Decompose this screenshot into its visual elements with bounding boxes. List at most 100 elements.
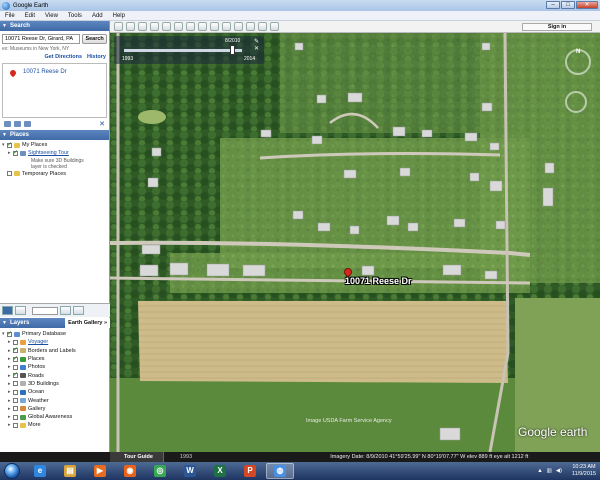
- taskbar-app[interactable]: ◉: [116, 463, 144, 479]
- move-down-button[interactable]: [73, 306, 84, 315]
- places-filter-input[interactable]: [32, 306, 58, 315]
- map-view[interactable]: 8/2010 1993 2014 ✎ ✕ N 10071 Reese Dr Im…: [110, 33, 600, 452]
- get-directions-link[interactable]: Get Directions: [44, 54, 82, 60]
- checkbox[interactable]: [7, 330, 12, 337]
- sun-icon[interactable]: [198, 22, 207, 31]
- tour-guide-tab[interactable]: Tour Guide: [110, 452, 164, 462]
- record-tour-icon[interactable]: [174, 22, 183, 31]
- places-item-label[interactable]: Sightseeing Tour: [28, 150, 69, 156]
- menu-tools[interactable]: Tools: [63, 13, 87, 19]
- history-link[interactable]: History: [87, 54, 106, 60]
- places-item-sightseeing-tour[interactable]: ▸ Sightseeing Tour: [2, 149, 109, 157]
- planets-icon[interactable]: [210, 22, 219, 31]
- menu-help[interactable]: Help: [108, 13, 130, 19]
- print-icon[interactable]: [24, 121, 31, 127]
- historical-imagery-slider[interactable]: 8/2010 1993 2014 ✎ ✕: [114, 36, 264, 64]
- checkbox[interactable]: [13, 406, 18, 412]
- ruler-icon[interactable]: [222, 22, 231, 31]
- minimize-button[interactable]: –: [546, 1, 560, 9]
- placemark-label[interactable]: 10071 Reese Dr: [345, 276, 412, 286]
- start-button[interactable]: [4, 463, 20, 479]
- volume-icon[interactable]: ◀): [556, 468, 562, 474]
- search-input[interactable]: [2, 34, 81, 44]
- taskbar-app[interactable]: W: [176, 463, 204, 479]
- layer-item[interactable]: ▸ Voyager: [2, 338, 110, 346]
- checkbox[interactable]: [13, 364, 18, 370]
- menu-file[interactable]: File: [0, 13, 20, 19]
- taskbar-app[interactable]: P: [236, 463, 264, 479]
- taskbar-app[interactable]: ▶: [86, 463, 114, 479]
- close-button[interactable]: ✕: [576, 1, 598, 9]
- path-icon[interactable]: [150, 22, 159, 31]
- placemark-icon[interactable]: [126, 22, 135, 31]
- slider-track[interactable]: [124, 49, 242, 52]
- taskbar-app[interactable]: ◎: [146, 463, 174, 479]
- taskbar-app[interactable]: ▤: [56, 463, 84, 479]
- taskbar-app[interactable]: e: [26, 463, 54, 479]
- compass-control[interactable]: N: [565, 49, 591, 75]
- print-icon[interactable]: [246, 22, 255, 31]
- checkbox[interactable]: [13, 422, 18, 428]
- earth-gallery-tab[interactable]: Earth Gallery »: [65, 318, 110, 328]
- places-item-temporary[interactable]: Temporary Places: [2, 170, 109, 178]
- checkbox[interactable]: [13, 371, 18, 379]
- layer-item[interactable]: ▾Primary Database: [2, 330, 110, 338]
- menu-edit[interactable]: Edit: [20, 13, 40, 19]
- list-view-button[interactable]: [2, 306, 13, 315]
- layer-label[interactable]: Voyager: [28, 339, 48, 345]
- checkbox[interactable]: [13, 346, 18, 354]
- layer-icon: [20, 422, 26, 428]
- layer-item[interactable]: ▸Roads: [2, 371, 110, 379]
- grid-view-button[interactable]: [15, 306, 26, 315]
- layer-item[interactable]: ▸ Weather: [2, 396, 110, 404]
- checkbox[interactable]: [13, 149, 18, 156]
- slider-close-icon[interactable]: ✎ ✕: [254, 38, 264, 52]
- layer-item[interactable]: ▸ Gallery: [2, 405, 110, 413]
- checkbox[interactable]: [13, 355, 18, 362]
- slider-handle[interactable]: [229, 45, 235, 55]
- clock[interactable]: 10:23 AM 11/9/2015: [572, 464, 596, 478]
- sidebar-icon[interactable]: [114, 22, 123, 31]
- email-icon[interactable]: [234, 22, 243, 31]
- layer-label: Weather: [28, 397, 49, 404]
- look-joystick-control[interactable]: [565, 91, 587, 113]
- show-hidden-icons-icon[interactable]: ▲: [537, 468, 542, 474]
- layers-panel-header[interactable]: ▼ Layers Earth Gallery »: [0, 318, 110, 328]
- layer-item[interactable]: ▸ Photos: [2, 363, 110, 371]
- move-up-button[interactable]: [60, 306, 71, 315]
- places-panel-header[interactable]: ▼ Places: [0, 130, 109, 140]
- historical-imagery-icon[interactable]: [186, 22, 195, 31]
- sign-in-button[interactable]: Sign in: [522, 23, 592, 31]
- search-result-item[interactable]: 10071 Reese Dr: [23, 69, 67, 75]
- taskbar-app[interactable]: X: [206, 463, 234, 479]
- copy-icon[interactable]: [14, 121, 21, 127]
- clear-results-icon[interactable]: ✕: [99, 120, 105, 128]
- layer-item[interactable]: ▸ More: [2, 421, 110, 429]
- save-image-icon[interactable]: [258, 22, 267, 31]
- network-icon[interactable]: ▥: [547, 468, 552, 474]
- search-panel-header[interactable]: ▼ Search: [0, 21, 109, 31]
- checkbox[interactable]: [13, 398, 18, 404]
- view-in-maps-icon[interactable]: [270, 22, 279, 31]
- checkbox[interactable]: [13, 381, 18, 387]
- checkbox[interactable]: [7, 141, 12, 148]
- places-item-my-places[interactable]: ▾ My Places: [2, 141, 109, 149]
- add-to-places-icon[interactable]: [4, 121, 11, 127]
- layer-item[interactable]: ▸ 3D Buildings: [2, 380, 110, 388]
- taskbar-app[interactable]: ◍: [266, 463, 294, 479]
- image-overlay-icon[interactable]: [162, 22, 171, 31]
- maximize-button[interactable]: □: [561, 1, 575, 9]
- checkbox[interactable]: [13, 414, 18, 420]
- checkbox[interactable]: [7, 171, 12, 177]
- layer-item[interactable]: ▸ Global Awareness: [2, 413, 110, 421]
- polygon-icon[interactable]: [138, 22, 147, 31]
- layer-item[interactable]: ▸ Ocean: [2, 388, 110, 396]
- layer-item[interactable]: ▸Places: [2, 355, 110, 363]
- layer-item[interactable]: ▸Borders and Labels: [2, 346, 110, 355]
- search-results: 10071 Reese Dr: [2, 63, 107, 118]
- search-button[interactable]: Search: [82, 34, 107, 44]
- menu-add[interactable]: Add: [87, 13, 108, 19]
- checkbox[interactable]: [13, 389, 18, 395]
- checkbox[interactable]: [13, 339, 18, 345]
- menu-view[interactable]: View: [40, 13, 63, 19]
